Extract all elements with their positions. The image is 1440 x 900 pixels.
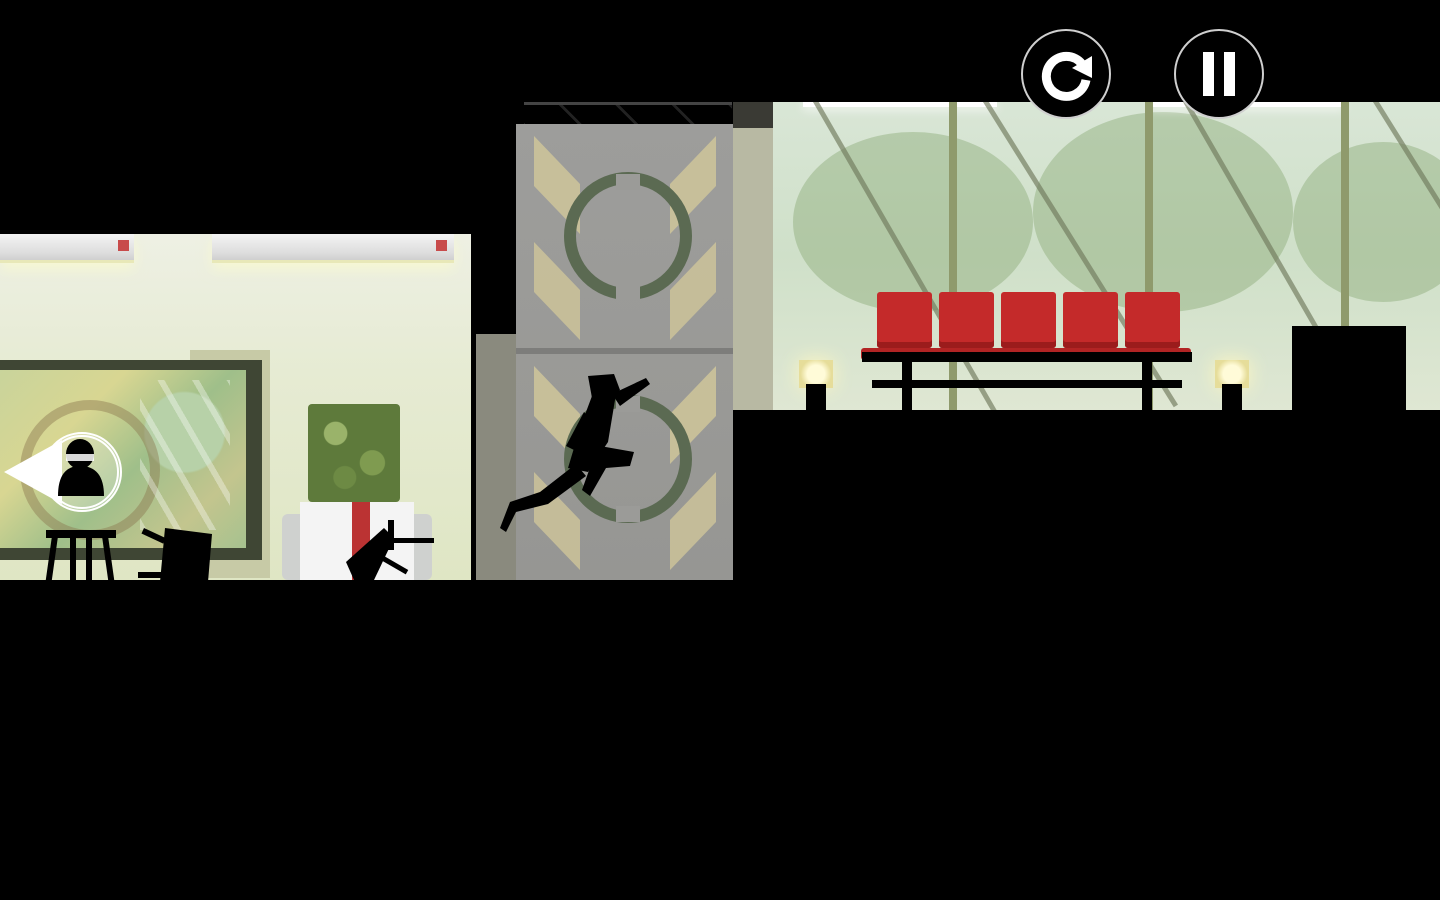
waiting-seat bbox=[1063, 292, 1118, 348]
runner-silhouette bbox=[500, 374, 650, 532]
tower-edge bbox=[733, 102, 773, 128]
ceiling-light bbox=[0, 234, 134, 263]
restart-icon bbox=[1041, 51, 1092, 101]
back-button[interactable] bbox=[0, 430, 124, 514]
waiting-seat bbox=[1125, 292, 1180, 348]
waiting-seat bbox=[877, 292, 932, 348]
ceiling-light bbox=[212, 234, 454, 263]
tower-edge bbox=[733, 128, 773, 410]
pause-icon bbox=[1203, 52, 1235, 96]
fallen-chair-silhouette bbox=[346, 520, 434, 580]
restart-button[interactable] bbox=[1021, 29, 1111, 119]
crate-silhouette bbox=[1292, 326, 1406, 410]
furniture-silhouettes bbox=[45, 528, 212, 582]
waiting-seat bbox=[1001, 292, 1056, 348]
ceiling-light bbox=[803, 102, 997, 107]
hunter-silhouette bbox=[58, 439, 104, 496]
bench-frame-silhouette bbox=[862, 352, 1192, 412]
hedge-bush bbox=[308, 404, 400, 502]
lamp-post bbox=[1222, 384, 1242, 410]
pause-button[interactable] bbox=[1174, 29, 1264, 119]
waiting-seat bbox=[939, 292, 994, 348]
lamp-post bbox=[806, 384, 826, 410]
